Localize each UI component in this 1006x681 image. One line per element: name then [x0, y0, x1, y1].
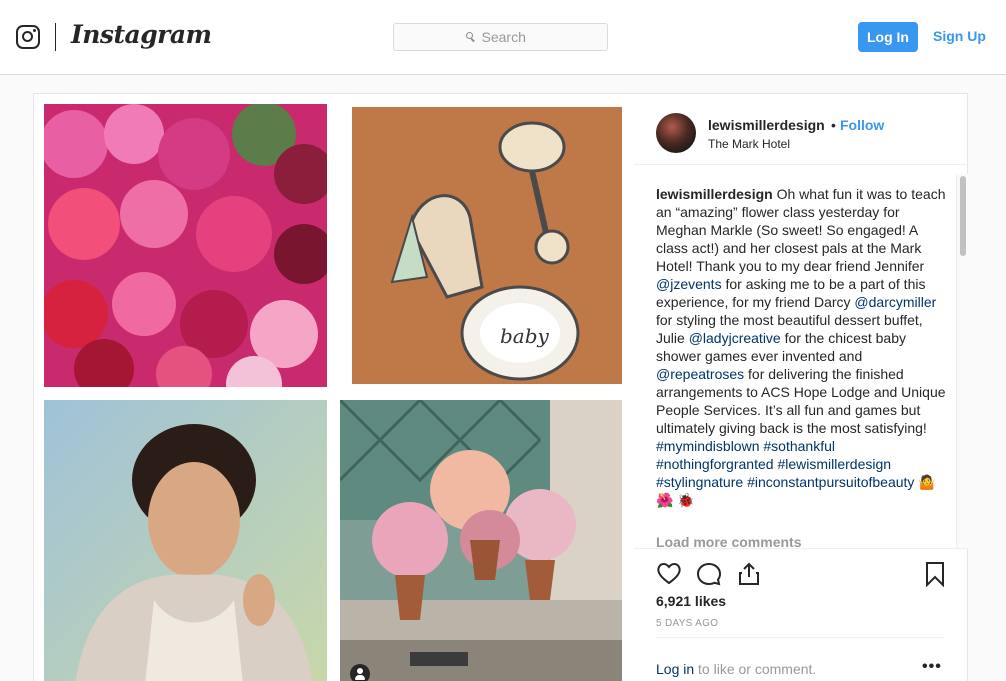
instagram-wordmark[interactable]: Instagram — [71, 20, 212, 49]
search-box[interactable] — [393, 23, 608, 51]
caption-username[interactable]: lewismillerdesign — [656, 186, 773, 202]
comment-prompt: Log in to like or comment. ••• — [656, 637, 944, 681]
user-tag-icon[interactable] — [350, 664, 370, 681]
more-options-button[interactable]: ••• — [922, 658, 942, 676]
avatar[interactable] — [656, 113, 696, 153]
hashtag-link[interactable]: #mymindisblown — [656, 438, 759, 454]
share-icon[interactable] — [736, 561, 762, 587]
mention-link[interactable]: @repeatroses — [656, 366, 744, 382]
floral-urns-photo — [340, 400, 622, 681]
comments-scrollbar[interactable] — [956, 174, 968, 548]
mention-link[interactable]: @jzevents — [656, 276, 722, 292]
post-card: baby lewismillerdesign • Follow The Mark… — [33, 93, 969, 681]
cookie-baby-text: baby — [500, 324, 550, 348]
follow-button[interactable]: Follow — [840, 117, 884, 133]
login-button[interactable]: Log In — [858, 22, 918, 52]
author-username[interactable]: lewismillerdesign — [708, 117, 825, 133]
search-icon — [465, 32, 476, 42]
separator-dot: • — [831, 117, 836, 133]
post-header: lewismillerdesign • Follow The Mark Hote… — [634, 94, 969, 165]
location-link[interactable]: The Mark Hotel — [708, 137, 790, 151]
speech-bubble-icon[interactable] — [696, 561, 722, 587]
login-link[interactable]: Log in — [656, 661, 694, 677]
carnations-photo — [44, 104, 327, 387]
hashtag-link[interactable]: #stylingnature — [656, 474, 743, 490]
hashtag-link[interactable]: #nothingforgranted — [656, 456, 774, 472]
bookmark-icon[interactable] — [922, 561, 948, 587]
portrait-photo — [44, 400, 327, 681]
post-sidebar: lewismillerdesign • Follow The Mark Hote… — [634, 94, 969, 681]
signup-link[interactable]: Sign Up — [933, 28, 986, 44]
hashtag-link[interactable]: #lewismillerdesign — [777, 456, 891, 472]
top-navigation-bar: Instagram Log In Sign Up — [0, 0, 1006, 75]
post-timestamp[interactable]: 5 DAYS AGO — [656, 618, 718, 629]
login-prompt-rest: to like or comment. — [694, 661, 817, 677]
mention-link[interactable]: @darcymiller — [854, 294, 936, 310]
post-image-collage[interactable]: baby — [34, 94, 634, 681]
mention-link[interactable]: @ladyjcreative — [689, 330, 781, 346]
hashtag-link[interactable]: #inconstantpursuitofbeauty — [747, 474, 914, 490]
login-to-comment-text: Log in to like or comment. — [656, 661, 816, 677]
likes-count[interactable]: 6,921 likes — [656, 593, 726, 609]
heart-icon[interactable] — [656, 561, 682, 587]
hashtag-link[interactable]: #sothankful — [763, 438, 835, 454]
post-caption: lewismillerdesign Oh what fun it was to … — [656, 185, 952, 509]
instagram-camera-icon[interactable] — [16, 25, 40, 49]
baby-cookies-photo: baby — [352, 107, 622, 384]
header-divider — [55, 23, 56, 51]
post-actions: 6,921 likes 5 DAYS AGO Log in to like or… — [634, 548, 969, 681]
search-input[interactable] — [481, 29, 536, 45]
comments-section[interactable]: lewismillerdesign Oh what fun it was to … — [656, 185, 952, 547]
scrollbar-thumb[interactable] — [960, 176, 966, 256]
